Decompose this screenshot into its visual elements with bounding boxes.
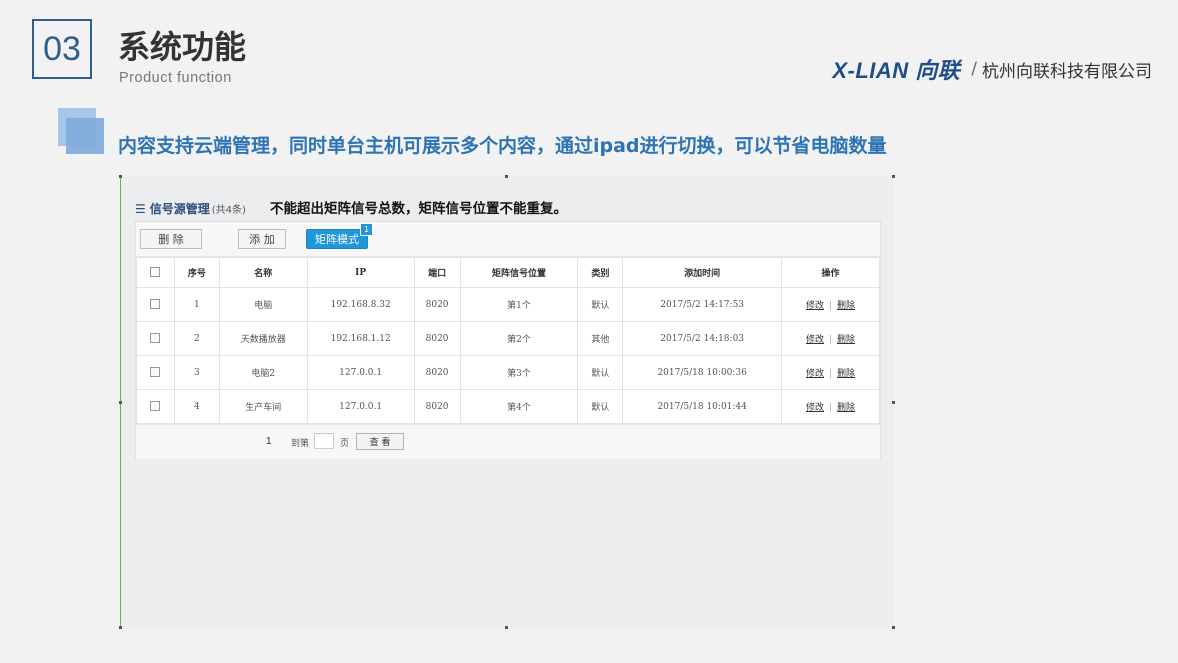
cell-position: 第4个 xyxy=(459,389,579,424)
cell-no: 2 xyxy=(173,321,220,356)
panel-note: 不能超出矩阵信号总数，矩阵信号位置不能重复。 xyxy=(269,201,567,217)
edit-link[interactable]: 修改 xyxy=(806,403,824,413)
add-button[interactable]: 添 加 xyxy=(238,229,286,249)
cell-category: 默认 xyxy=(577,389,624,424)
delete-link[interactable]: 删除 xyxy=(837,335,855,345)
goto-label: 到第 xyxy=(291,439,310,449)
cell-no: 4 xyxy=(173,389,220,424)
panel-title: 信号源管理 xyxy=(149,202,210,216)
bullet-decoration xyxy=(58,108,106,156)
page-unit: 页 xyxy=(340,439,350,449)
cell-port: 8020 xyxy=(413,321,461,356)
delete-link[interactable]: 删除 xyxy=(837,301,855,311)
delete-button[interactable]: 删 除 xyxy=(140,229,202,249)
column-header: 添加时间 xyxy=(622,257,783,288)
select-all-header[interactable] xyxy=(136,257,175,288)
table-row: 2 天数播放器 192.168.1.12 8020 第2个 其他 2017/5/… xyxy=(136,321,880,356)
row-checkbox[interactable] xyxy=(150,333,161,344)
cell-port: 8020 xyxy=(413,355,461,390)
cell-actions: 修改 | 删除 xyxy=(781,321,880,356)
cell-ip: 192.168.8.32 xyxy=(306,287,415,322)
cell-port: 8020 xyxy=(413,389,461,424)
cell-ip: 127.0.0.1 xyxy=(306,355,415,390)
cell-name: 生产车间 xyxy=(218,389,308,424)
column-header: IP xyxy=(306,257,415,288)
row-checkbox[interactable] xyxy=(150,401,161,412)
cell-position: 第1个 xyxy=(459,287,579,322)
table-row: 4 生产车间 127.0.0.1 8020 第4个 默认 2017/5/18 1… xyxy=(136,389,880,424)
signal-table: 序号 名称 IP 端口 矩阵信号位置 类别 添加时间 操作 1 电脑 192.1… xyxy=(136,257,880,424)
cell-port: 8020 xyxy=(413,287,461,322)
page-input[interactable] xyxy=(314,433,334,449)
row-checkbox[interactable] xyxy=(150,299,161,310)
cell-actions: 修改 | 删除 xyxy=(781,287,880,322)
row-checkbox[interactable] xyxy=(150,367,161,378)
cell-ip: 127.0.0.1 xyxy=(306,389,415,424)
edit-link[interactable]: 修改 xyxy=(806,301,824,311)
cell-category: 默认 xyxy=(577,287,624,322)
cell-actions: 修改 | 删除 xyxy=(781,389,880,424)
section-number: 03 xyxy=(32,19,92,79)
pagination: 1 到第 页 查 看 xyxy=(136,424,880,459)
column-header: 端口 xyxy=(413,257,461,288)
cell-category: 其他 xyxy=(577,321,624,356)
select-all-checkbox[interactable] xyxy=(150,267,161,278)
cell-time: 2017/5/18 10:00:36 xyxy=(622,355,783,390)
cell-time: 2017/5/2 14:18:03 xyxy=(622,321,783,356)
current-page[interactable]: 1 xyxy=(266,436,272,447)
cell-ip: 192.168.1.12 xyxy=(306,321,415,356)
page-title: 系统功能 xyxy=(118,28,247,66)
toolbar: 删 除 添 加 矩阵模式 1 xyxy=(136,222,880,257)
table-row: 3 电脑2 127.0.0.1 8020 第3个 默认 2017/5/18 10… xyxy=(136,355,880,390)
embedded-screenshot: ☰ 信号源管理 (共4条) 不能超出矩阵信号总数，矩阵信号位置不能重复。 删 除… xyxy=(119,175,895,629)
cell-no: 1 xyxy=(173,287,220,322)
cell-time: 2017/5/2 14:17:53 xyxy=(622,287,783,322)
cell-position: 第3个 xyxy=(459,355,579,390)
list-icon: ☰ xyxy=(135,202,146,216)
edit-link[interactable]: 修改 xyxy=(806,335,824,345)
column-header: 序号 xyxy=(173,257,220,288)
delete-link[interactable]: 删除 xyxy=(837,369,855,379)
matrix-mode-label: 矩阵模式 xyxy=(315,233,359,246)
page-subtitle: Product function xyxy=(119,70,232,86)
cell-name: 天数播放器 xyxy=(218,321,308,356)
brand: X-LIAN 向联 / 杭州向联科技有限公司 xyxy=(832,53,1152,85)
edit-link[interactable]: 修改 xyxy=(806,369,824,379)
delete-link[interactable]: 删除 xyxy=(837,403,855,413)
brand-separator: / xyxy=(971,59,977,79)
cell-no: 3 xyxy=(173,355,220,390)
cell-name: 电脑 xyxy=(218,287,308,322)
view-button[interactable]: 查 看 xyxy=(356,433,404,450)
table-header-row: 序号 名称 IP 端口 矩阵信号位置 类别 添加时间 操作 xyxy=(136,257,880,288)
feature-headline: 内容支持云端管理，同时单台主机可展示多个内容，通过ipad进行切换，可以节省电脑… xyxy=(118,135,887,157)
column-header: 名称 xyxy=(218,257,308,288)
cell-name: 电脑2 xyxy=(218,355,308,390)
column-header: 矩阵信号位置 xyxy=(459,257,579,288)
record-count: (共4条) xyxy=(211,205,246,216)
cell-actions: 修改 | 删除 xyxy=(781,355,880,390)
matrix-mode-button[interactable]: 矩阵模式 1 xyxy=(306,223,373,249)
table-row: 1 电脑 192.168.8.32 8020 第1个 默认 2017/5/2 1… xyxy=(136,287,880,322)
column-header: 操作 xyxy=(781,257,880,288)
signal-source-card: 删 除 添 加 矩阵模式 1 序号 名称 IP 端口 矩阵信号位置 类别 添加时… xyxy=(135,221,881,459)
panel-header: ☰ 信号源管理 (共4条) 不能超出矩阵信号总数，矩阵信号位置不能重复。 xyxy=(135,197,567,217)
cell-position: 第2个 xyxy=(459,321,579,356)
company-name: 杭州向联科技有限公司 xyxy=(982,61,1152,82)
cell-category: 默认 xyxy=(577,355,624,390)
cell-time: 2017/5/18 10:01:44 xyxy=(622,389,783,424)
column-header: 类别 xyxy=(577,257,624,288)
brand-logo: X-LIAN 向联 xyxy=(832,58,961,83)
matrix-badge: 1 xyxy=(360,223,373,236)
